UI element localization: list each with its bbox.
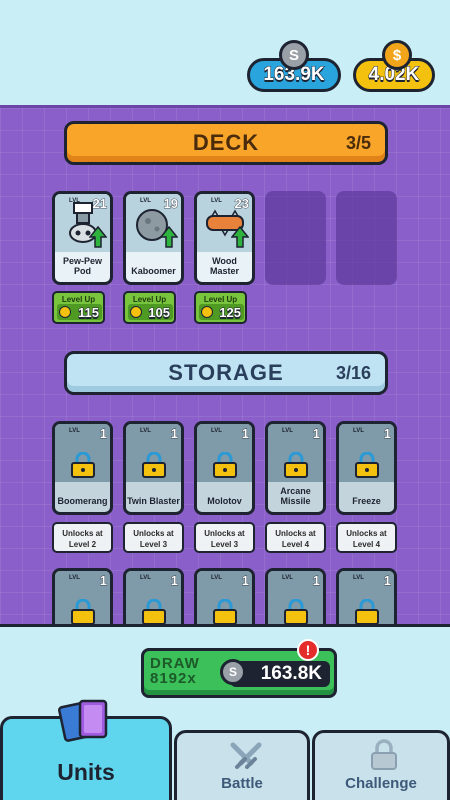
storage-card-arcane-missile[interactable]: LVL 1 Arcane Missile <box>265 421 326 515</box>
card-name: Wood Master <box>209 256 239 276</box>
lock-icon <box>284 452 308 478</box>
card-level: 1 <box>170 426 178 442</box>
storage-card-boomerang[interactable]: LVL 1 Boomerang <box>52 421 113 515</box>
storage-card-twin-blaster[interactable]: LVL 1 Twin Blaster <box>123 421 184 515</box>
card-name: Arcane Missile <box>280 486 311 506</box>
lock-icon <box>142 452 166 478</box>
tab-units-label: Units <box>57 759 115 785</box>
upgrade-arrow-icon <box>89 226 107 248</box>
unlock-requirement: Unlocks at Level 4 <box>336 522 397 553</box>
card-level: 1 <box>312 426 320 442</box>
lock-icon <box>142 599 166 624</box>
lock-icon <box>284 599 308 624</box>
card-name: Pew-Pew Pod <box>62 256 102 276</box>
card-level: 1 <box>170 573 178 589</box>
level-up-button[interactable]: Level Up 125 <box>194 291 247 324</box>
draw-count: 8192 <box>150 670 188 687</box>
tab-units[interactable]: Units <box>0 699 172 800</box>
upgrade-arrow-icon <box>160 226 178 248</box>
storage-card-locked[interactable]: LVL 1 <box>194 568 255 624</box>
card-name: Kaboomer <box>131 266 176 276</box>
deck-card-pew-pew-pod[interactable]: LVL 21 Pew-Pew Pod <box>52 191 113 285</box>
card-name: Boomerang <box>57 496 108 506</box>
unlock-requirement: Unlocks at Level 3 <box>194 522 255 553</box>
storage-card-freeze[interactable]: LVL 1 Freeze <box>336 421 397 515</box>
lock-icon <box>71 452 95 478</box>
storage-banner: STORAGE 3/16 <box>64 351 388 395</box>
card-name: Freeze <box>352 496 381 506</box>
silver-coin-icon: S <box>279 40 309 70</box>
storage-title: STORAGE <box>168 360 284 385</box>
alert-badge-icon: ! <box>297 639 319 661</box>
upgrade-arrow-icon <box>231 226 249 248</box>
deck-title: DECK <box>192 130 260 155</box>
card-name: Twin Blaster <box>127 496 180 506</box>
gold-coin-icon <box>201 306 213 318</box>
storage-card-molotov[interactable]: LVL 1 Molotov <box>194 421 255 515</box>
deck-card-wood-master[interactable]: LVL 23 Wood Master <box>194 191 255 285</box>
card-level: 23 <box>234 196 249 212</box>
units-board[interactable]: DECK 3/5 LVL 21 Pew-Pew Pod LVL 19 Kaboo… <box>0 105 450 627</box>
card-level: 1 <box>241 573 249 589</box>
lock-icon <box>213 452 237 478</box>
unlock-requirement: Unlocks at Level 2 <box>52 522 113 553</box>
card-name: Molotov <box>207 496 242 506</box>
tab-challenge[interactable]: Challenge <box>312 730 450 800</box>
card-level: 21 <box>92 196 107 212</box>
card-level: 1 <box>99 573 107 589</box>
deck-banner: DECK 3/5 <box>64 121 388 165</box>
crossed-swords-icon <box>230 742 262 769</box>
card-level: 1 <box>312 573 320 589</box>
tab-battle-label: Battle <box>221 775 263 792</box>
tab-challenge-label: Challenge <box>345 775 417 792</box>
lock-icon <box>213 599 237 624</box>
storage-card-locked[interactable]: LVL 1 <box>123 568 184 624</box>
level-up-cost: 105 <box>148 304 171 320</box>
level-up-button[interactable]: Level Up 115 <box>52 291 105 324</box>
storage-card-locked[interactable]: LVL 1 <box>265 568 326 624</box>
lock-icon <box>355 599 379 624</box>
currency-bar: 163.9K S 4.02K $ <box>0 0 450 105</box>
bottom-tab-bar: Units Battle Challenge <box>0 699 450 800</box>
lock-icon <box>355 452 379 478</box>
lock-icon <box>371 739 397 770</box>
card-level: 1 <box>383 426 391 442</box>
level-up-button[interactable]: Level Up 105 <box>123 291 176 324</box>
level-up-cost: 115 <box>78 304 100 320</box>
deck-card-kaboomer[interactable]: LVL 19 Kaboomer <box>123 191 184 285</box>
gold-coin-icon <box>59 306 71 318</box>
gold-coin-icon <box>130 306 142 318</box>
gold-coin-icon: $ <box>382 40 412 70</box>
empty-deck-slot[interactable] <box>336 191 397 285</box>
storage-count: 3/16 <box>335 362 371 383</box>
unlock-requirement: Unlocks at Level 4 <box>265 522 326 553</box>
deck-count: 3/5 <box>345 132 371 153</box>
unlock-requirement: Unlocks at Level 3 <box>123 522 184 553</box>
tab-battle[interactable]: Battle <box>174 730 310 800</box>
silver-coin-icon: S <box>220 659 246 685</box>
cards-icon <box>58 699 108 742</box>
card-level: 1 <box>383 573 391 589</box>
storage-card-locked[interactable]: LVL 1 <box>52 568 113 624</box>
draw-cost: 163.8K <box>260 663 322 685</box>
card-level: 19 <box>163 196 178 212</box>
card-level: 1 <box>99 426 107 442</box>
empty-deck-slot[interactable] <box>265 191 326 285</box>
level-up-cost: 125 <box>219 304 242 320</box>
storage-card-locked[interactable]: LVL 1 <box>336 568 397 624</box>
lock-icon <box>71 599 95 624</box>
draw-multiplier: x <box>187 670 197 687</box>
card-level: 1 <box>241 426 249 442</box>
